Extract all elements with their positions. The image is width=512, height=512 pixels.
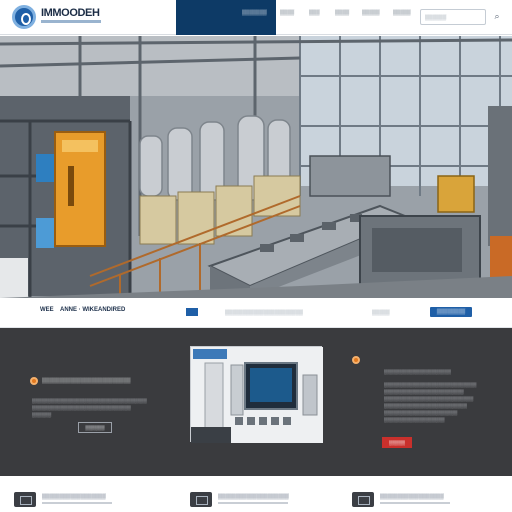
bullet-icon (352, 356, 360, 364)
tab-right-label[interactable]: ▒▒▒▒▒ (372, 310, 390, 316)
bullet-icon (30, 377, 38, 385)
right-panel-line-3: ▒▒▒▒▒▒▒▒▒▒▒▒▒▒▒▒▒▒▒▒▒▒▒▒▒▒▒▒ (384, 396, 474, 401)
search-icon[interactable]: ⌕ (492, 11, 502, 21)
nav-item-2[interactable]: ▒▒▒▒ (280, 10, 294, 16)
right-panel-line-2: ▒▒▒▒▒▒▒▒▒▒▒▒▒▒▒▒▒▒▒▒▒▒▒▒▒ (384, 389, 464, 394)
left-panel-line-2: ▒▒▒▒▒▒▒▒▒▒▒▒▒▒▒▒▒▒▒▒▒▒▒▒▒▒▒▒▒▒▒ (32, 405, 131, 410)
site-header: IMMOODEH ▒▒▒▒▒▒▒ ▒▒▒▒ ▒▒▒ ▒▒▒▒ ▒▒▒▒▒ ▒▒▒… (0, 0, 512, 35)
nav-item-3[interactable]: ▒▒▒ (309, 10, 320, 16)
right-panel-button[interactable]: ▒▒▒▒▒ (382, 437, 412, 448)
control-cabinet-illustration (191, 347, 323, 443)
right-panel-line-1: ▒▒▒▒▒▒▒▒▒▒▒▒▒▒▒▒▒▒▒▒▒▒▒▒▒▒▒▒▒ (384, 382, 477, 387)
tab-3[interactable]: ANDIRED (98, 307, 125, 313)
footer-item-underline (380, 502, 450, 504)
hero-factory-image (0, 36, 512, 298)
brand-name[interactable]: IMMOODEH (41, 7, 100, 19)
nav-item-6[interactable]: ▒▒▒▒▒ (393, 10, 411, 16)
tab-2[interactable]: ANNE · WIKE (60, 307, 98, 313)
left-panel-line-1: ▒▒▒▒▒▒▒▒▒▒▒▒▒▒▒▒▒▒▒▒▒▒▒▒▒▒▒▒▒▒▒▒▒▒▒▒ (32, 398, 147, 403)
right-panel-line-5: ▒▒▒▒▒▒▒▒▒▒▒▒▒▒▒▒▒▒▒▒▒▒▒ (384, 410, 458, 415)
page: IMMOODEH ▒▒▒▒▒▒▒ ▒▒▒▒ ▒▒▒ ▒▒▒▒ ▒▒▒▒▒ ▒▒▒… (0, 0, 512, 512)
monitor-icon (190, 492, 212, 507)
monitor-icon (14, 492, 36, 507)
factory-illustration (0, 36, 512, 298)
tab-action-button[interactable]: ▒▒▒▒▒▒▒▒ (430, 307, 472, 317)
company-logo-icon[interactable] (12, 5, 36, 29)
brand-tagline-bar (41, 20, 101, 23)
tab-1[interactable]: WEE (40, 307, 54, 313)
nav-active-band (176, 0, 276, 35)
footer-item-label: ▒▒▒▒▒▒▒▒▒▒▒▒▒▒▒▒▒▒▒▒ (218, 494, 289, 500)
right-panel-line-4: ▒▒▒▒▒▒▒▒▒▒▒▒▒▒▒▒▒▒▒▒▒▒▒▒▒▒ (384, 403, 467, 408)
nav-item-5[interactable]: ▒▒▒▒▒ (362, 10, 380, 16)
left-panel-line-3: ▒▒▒▒▒▒ (32, 412, 52, 417)
footer-feature-row: ▒▒▒▒▒▒▒▒▒▒▒▒▒▒▒▒▒▒ ▒▒▒▒▒▒▒▒▒▒▒▒▒▒▒▒▒▒▒▒ … (0, 476, 512, 512)
nav-item-4[interactable]: ▒▒▒▒ (335, 10, 349, 16)
nav-item-1[interactable]: ▒▒▒▒▒▒▒ (242, 10, 267, 16)
left-panel-title: ▒▒▒▒▒▒▒▒▒▒▒▒▒▒▒▒▒▒▒▒▒▒▒▒▒ (42, 378, 131, 384)
footer-item-label: ▒▒▒▒▒▒▒▒▒▒▒▒▒▒▒▒▒▒ (380, 494, 444, 500)
footer-item-underline (42, 502, 112, 504)
monitor-icon (352, 492, 374, 507)
left-panel-button[interactable]: ▒▒▒▒▒▒ (78, 422, 112, 433)
tab-active-marker[interactable] (186, 308, 198, 316)
footer-item-underline (218, 502, 288, 504)
tab-mid-label[interactable]: ▒▒▒▒▒▒▒▒▒▒▒▒▒▒▒▒▒▒▒▒▒▒ (225, 310, 303, 316)
footer-item-label: ▒▒▒▒▒▒▒▒▒▒▒▒▒▒▒▒▒▒ (42, 494, 106, 500)
control-cabinet-image (190, 346, 323, 443)
right-panel-line-6: ▒▒▒▒▒▒▒▒▒▒▒▒▒▒▒▒▒▒▒ (384, 417, 445, 422)
right-panel-title: ▒▒▒▒▒▒▒▒▒▒▒▒▒▒▒▒▒▒▒▒▒ (384, 369, 451, 374)
search-input[interactable]: ▒▒▒▒▒▒ (420, 9, 486, 25)
